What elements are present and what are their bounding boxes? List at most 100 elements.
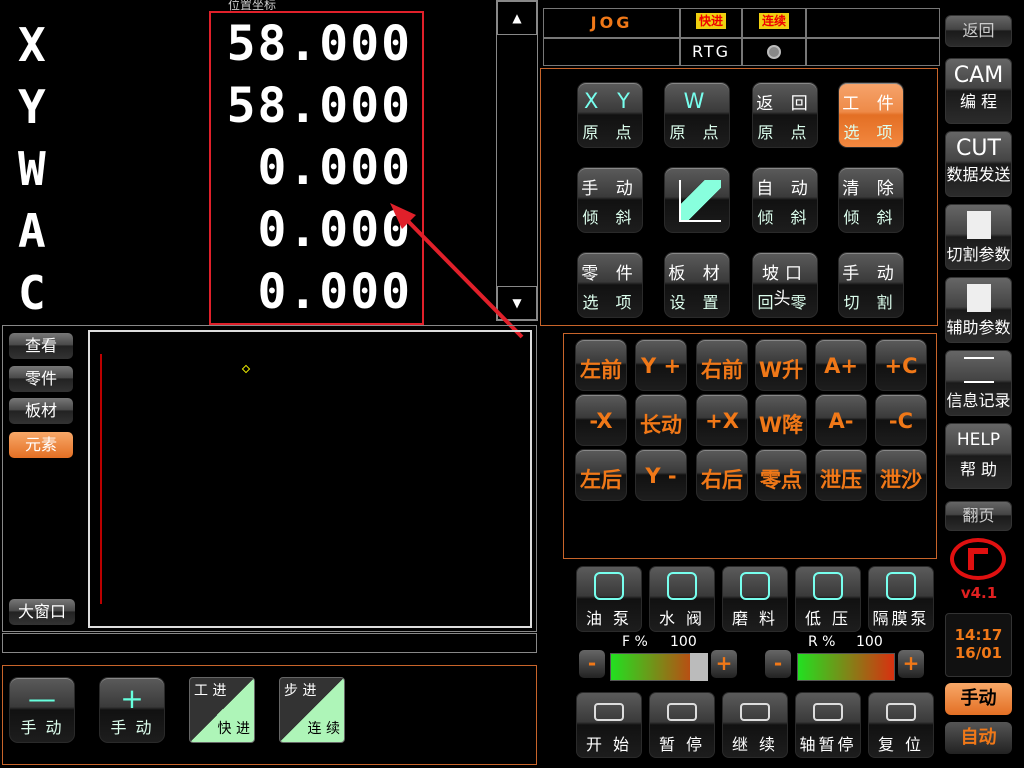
speed-decrease-button[interactable]: — 手 动	[9, 677, 75, 743]
cut-params-button[interactable]: 切割参数	[945, 204, 1012, 270]
control-button-0[interactable]: 开 始	[576, 692, 642, 758]
control-button-1[interactable]: 暂 停	[649, 692, 715, 758]
control-button-2[interactable]: 继 续	[722, 692, 788, 758]
annotation-arrow	[390, 203, 524, 339]
control-button-4[interactable]: 复 位	[868, 692, 934, 758]
function-line1: W	[683, 89, 711, 113]
aux-params-button[interactable]: 辅助参数	[945, 277, 1012, 343]
function-button-8[interactable]: 零 件选 项	[577, 252, 643, 318]
jog-button-8[interactable]: +X	[696, 394, 748, 446]
cut-button[interactable]: CUT 数据发送	[945, 131, 1012, 197]
back-button[interactable]: 返回	[945, 15, 1012, 47]
function-line2: 设 置	[669, 293, 725, 312]
feed-r-value: 100	[856, 634, 883, 650]
jog-button-10[interactable]: A-	[815, 394, 867, 446]
jog-button-15[interactable]: 零点	[755, 449, 807, 501]
gear-icon	[767, 45, 781, 59]
start-icon	[594, 703, 624, 721]
pump-button-3[interactable]: 低 压	[795, 566, 861, 632]
pump-label: 隔膜泵	[872, 609, 930, 628]
jog-button-5[interactable]: +C	[875, 339, 927, 391]
pump-label: 油 泵	[585, 609, 633, 628]
manual-mode-button[interactable]: 手动	[945, 683, 1012, 715]
function-button-6[interactable]: 自 动倾 斜	[752, 167, 818, 233]
feed-f-plus-button[interactable]: +	[711, 650, 737, 678]
side-item-2[interactable]: 板材	[9, 398, 73, 424]
feed-f-minus-button[interactable]: -	[579, 650, 605, 678]
side-item-0[interactable]: 查看	[9, 333, 73, 359]
side-item-1[interactable]: 零件	[9, 366, 73, 392]
auto-mode-button[interactable]: 自动	[945, 722, 1012, 754]
jog-label: 左前	[580, 358, 622, 382]
jog-button-7[interactable]: 长动	[635, 394, 687, 446]
function-button-7[interactable]: 清 除倾 斜	[838, 167, 904, 233]
feed-r-bar[interactable]	[797, 653, 895, 681]
function-button-1[interactable]: W 原 点	[664, 82, 730, 148]
function-line1: 板 材	[668, 264, 726, 284]
function-line2: 倾 斜	[843, 208, 899, 227]
function-line1: X Y	[584, 89, 636, 113]
control-label: 继 续	[731, 735, 779, 754]
function-button-4[interactable]: 手 动倾 斜	[577, 167, 643, 233]
function-button-0[interactable]: X Y 原 点	[577, 82, 643, 148]
function-line1: 清 除	[842, 179, 900, 199]
cut-label: CUT	[956, 136, 1001, 161]
jog-button-3[interactable]: W升	[755, 339, 807, 391]
function-button-11[interactable]: 手 动切 割	[838, 252, 904, 318]
cam-button[interactable]: CAM 编 程	[945, 58, 1012, 124]
jog-button-6[interactable]: -X	[575, 394, 627, 446]
function-button-2[interactable]: 返 回原 点	[752, 82, 818, 148]
jog-button-2[interactable]: 右前	[696, 339, 748, 391]
reset-icon	[886, 703, 916, 721]
info-log-button[interactable]: 信息记录	[945, 350, 1012, 416]
feed-r-minus-button[interactable]: -	[765, 650, 791, 678]
scroll-up-button[interactable]: ▲	[497, 1, 537, 35]
side-item-3[interactable]: 元素	[9, 432, 73, 458]
function-line1: 自 动	[756, 179, 814, 199]
pump-button-2[interactable]: 磨 料	[722, 566, 788, 632]
jog-button-9[interactable]: W降	[755, 394, 807, 446]
jog-button-13[interactable]: Y -	[635, 449, 687, 501]
feed-f-handle[interactable]	[690, 653, 708, 681]
axis-value-w: 0.000	[257, 140, 412, 196]
function-line2: 回 零	[757, 293, 813, 312]
jog-label: +X	[705, 409, 739, 433]
jog-button-16[interactable]: 泄压	[815, 449, 867, 501]
pressure-gauge-icon	[813, 572, 843, 600]
function-line2: 倾 斜	[757, 208, 813, 227]
cam-label: CAM	[953, 63, 1004, 88]
step-continuous-toggle[interactable]: 步 进 连 续	[279, 677, 345, 743]
help-label: HELP	[956, 430, 1001, 450]
function-button-3[interactable]: 工 件选 项	[838, 82, 904, 148]
jog-button-1[interactable]: Y +	[635, 339, 687, 391]
feed-r-plus-button[interactable]: +	[898, 650, 924, 678]
preview-line	[100, 354, 102, 604]
jog-button-12[interactable]: 左后	[575, 449, 627, 501]
valve-icon	[667, 572, 697, 600]
jog-button-14[interactable]: 右后	[696, 449, 748, 501]
jog-button-17[interactable]: 泄沙	[875, 449, 927, 501]
jog-button-0[interactable]: 左前	[575, 339, 627, 391]
function-button-9[interactable]: 板 材设 置	[664, 252, 730, 318]
function-button-5[interactable]	[664, 167, 730, 233]
pump-button-1[interactable]: 水 阀	[649, 566, 715, 632]
pump-label: 低 压	[804, 609, 852, 628]
control-button-3[interactable]: 轴暂停	[795, 692, 861, 758]
jog-button-11[interactable]: -C	[875, 394, 927, 446]
feed-rapid-toggle[interactable]: 工 进 快 进	[189, 677, 255, 743]
big-window-button[interactable]: 大窗口	[9, 599, 75, 625]
pump-button-0[interactable]: 油 泵	[576, 566, 642, 632]
control-label: 暂 停	[658, 735, 706, 754]
jog-button-4[interactable]: A+	[815, 339, 867, 391]
speed-increase-button[interactable]: + 手 动	[99, 677, 165, 743]
help-button[interactable]: HELP 帮 助	[945, 423, 1012, 489]
jog-label: 零点	[760, 468, 802, 492]
function-line1: 返 回	[756, 94, 814, 114]
page-button[interactable]: 翻页	[945, 501, 1012, 531]
control-label: 复 位	[877, 735, 925, 754]
jog-label: 泄沙	[880, 468, 922, 492]
function-button-10[interactable]: 坡口头回 零	[752, 252, 818, 318]
document-icon	[966, 211, 991, 239]
preview-canvas[interactable]	[88, 330, 532, 628]
pump-button-4[interactable]: 隔膜泵	[868, 566, 934, 632]
